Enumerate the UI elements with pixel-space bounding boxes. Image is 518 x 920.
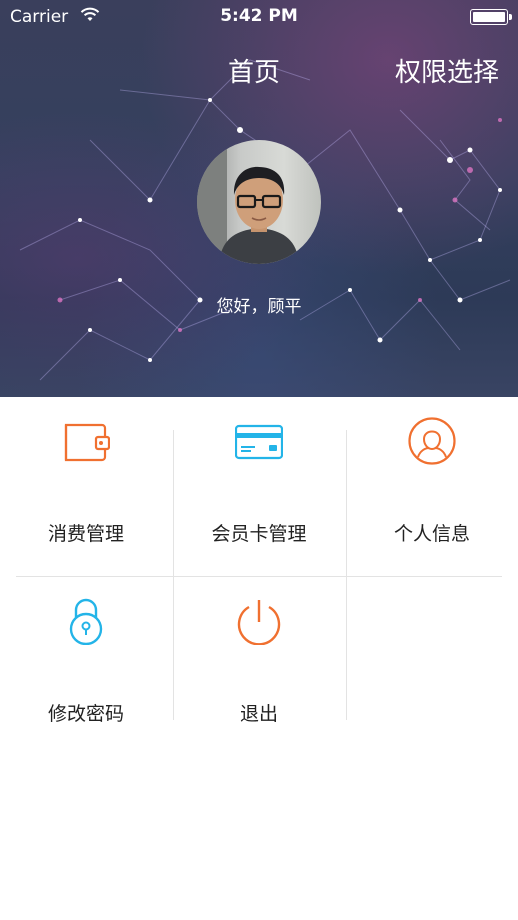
menu-item-personal-info[interactable]: 个人信息 <box>346 397 518 545</box>
menu-item-logout[interactable]: 退出 <box>173 577 345 725</box>
user-photo <box>197 140 299 264</box>
status-bar: Carrier 5:42 PM <box>0 0 518 34</box>
clock: 5:42 PM <box>220 6 298 26</box>
battery-icon <box>470 9 512 25</box>
menu-item-label: 个人信息 <box>393 523 470 545</box>
lock-icon <box>69 598 103 645</box>
menu-item-label: 会员卡管理 <box>211 523 307 545</box>
menu-item-label: 消费管理 <box>47 523 124 545</box>
permission-select-button[interactable]: 权限选择 <box>395 52 499 89</box>
power-icon <box>237 600 281 645</box>
page-title: 首页 <box>228 58 281 88</box>
menu-item-consumption[interactable]: 消费管理 <box>0 397 172 545</box>
person-icon <box>408 417 456 465</box>
avatar[interactable] <box>197 140 321 264</box>
wallet-icon <box>64 423 110 462</box>
greeting-text: 您好，顾平 <box>216 297 302 317</box>
menu-item-label: 退出 <box>239 703 278 725</box>
menu-item-change-password[interactable]: 修改密码 <box>0 577 172 725</box>
menu-item-membership-card[interactable]: 会员卡管理 <box>173 397 345 545</box>
card-icon <box>235 424 283 460</box>
menu-item-label: 修改密码 <box>47 703 124 725</box>
